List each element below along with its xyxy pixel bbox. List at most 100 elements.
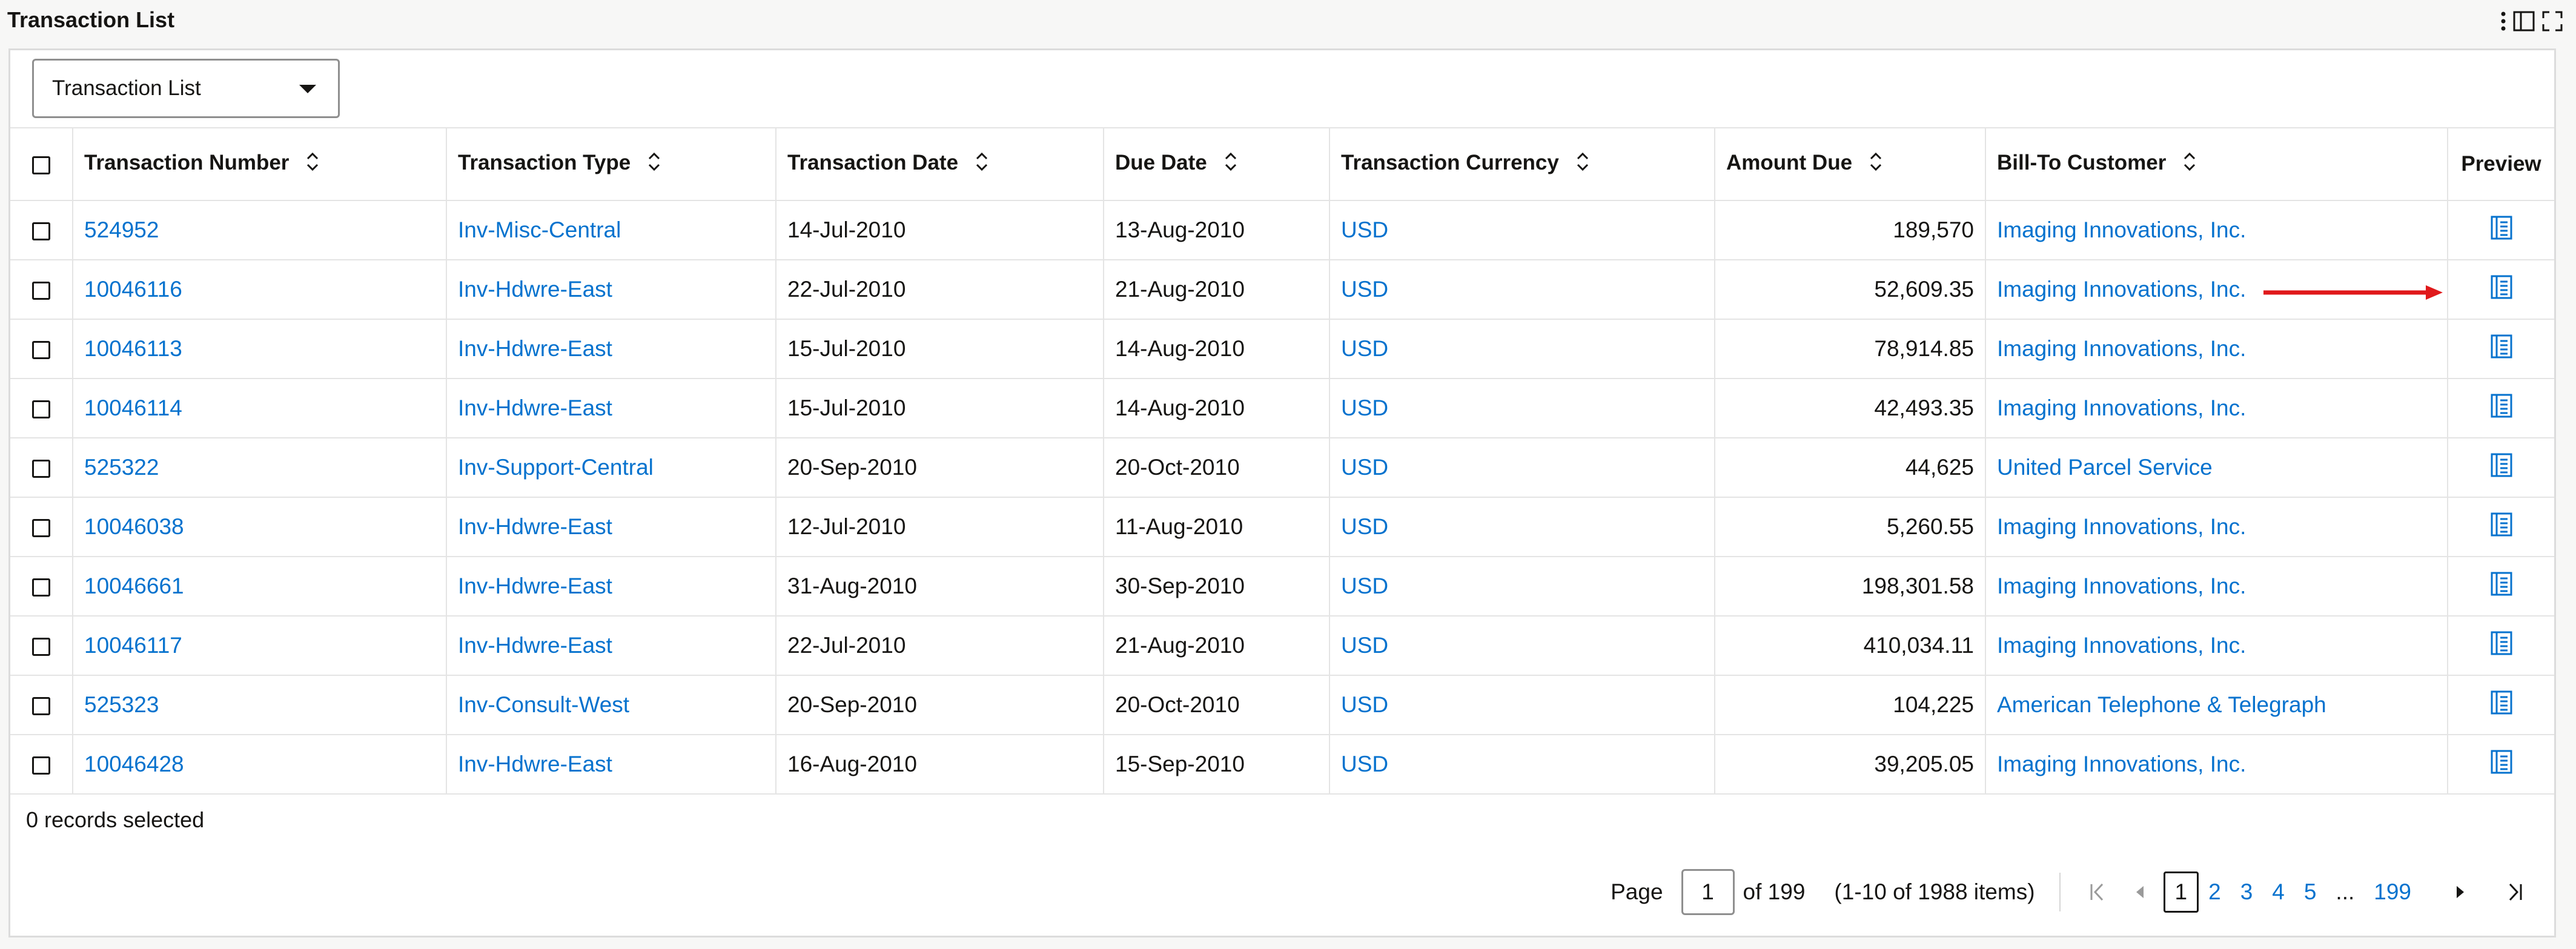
row-checkbox[interactable] [32, 519, 50, 538]
next-page-icon[interactable] [2439, 885, 2482, 899]
preview-document-icon[interactable] [2491, 334, 2512, 364]
select-all-checkbox[interactable] [32, 156, 50, 174]
customer-link[interactable]: United Parcel Service [1997, 455, 2213, 480]
transaction-number-link[interactable]: 10046661 [84, 574, 184, 598]
page-link-current[interactable]: 1 [2163, 871, 2199, 913]
first-page-icon[interactable] [2076, 882, 2119, 902]
currency-link[interactable]: USD [1341, 336, 1388, 361]
preview-document-icon[interactable] [2491, 690, 2512, 720]
transaction-type-link[interactable]: Inv-Hdwre-East [458, 514, 612, 539]
preview-document-icon[interactable] [2491, 631, 2512, 661]
view-selector-dropdown[interactable]: Transaction List [32, 59, 340, 118]
currency-link[interactable]: USD [1341, 692, 1388, 717]
column-header-bill-to-customer[interactable]: Bill-To Customer [1985, 127, 2448, 201]
page-link[interactable]: 3 [2231, 879, 2263, 905]
sort-updown-icon[interactable] [1576, 151, 1589, 177]
previous-page-icon[interactable] [2119, 885, 2161, 899]
cell-transaction-currency: USD [1329, 557, 1715, 617]
sort-updown-icon[interactable] [2183, 151, 2196, 177]
row-checkbox[interactable] [32, 282, 50, 300]
sort-updown-icon[interactable] [306, 151, 319, 177]
transaction-number-link[interactable]: 10046114 [84, 395, 182, 420]
row-checkbox[interactable] [32, 697, 50, 716]
sort-updown-icon[interactable] [647, 151, 661, 177]
preview-document-icon[interactable] [2491, 512, 2512, 542]
panel-toggle-icon[interactable] [2513, 11, 2535, 31]
page-link-last[interactable]: 199 [2364, 879, 2421, 905]
column-header-transaction-currency[interactable]: Transaction Currency [1329, 127, 1715, 201]
customer-link[interactable]: Imaging Innovations, Inc. [1997, 574, 2246, 598]
fullscreen-icon[interactable] [2542, 11, 2563, 31]
transaction-number-link[interactable]: 525322 [84, 455, 159, 480]
customer-link[interactable]: Imaging Innovations, Inc. [1997, 395, 2246, 420]
customer-link[interactable]: Imaging Innovations, Inc. [1997, 217, 2246, 242]
customer-link[interactable]: Imaging Innovations, Inc. [1997, 752, 2246, 776]
last-page-icon[interactable] [2494, 882, 2536, 902]
transaction-type-link[interactable]: Inv-Hdwre-East [458, 574, 612, 598]
table-row: 10046428 Inv-Hdwre-East 16-Aug-2010 15-Sep-… [10, 735, 2554, 795]
currency-link[interactable]: USD [1341, 395, 1388, 420]
currency-link[interactable]: USD [1341, 514, 1388, 539]
currency-link[interactable]: USD [1341, 217, 1388, 242]
column-header-transaction-date[interactable]: Transaction Date [776, 127, 1104, 201]
cell-amount-due: 5,260.55 [1715, 497, 1986, 557]
customer-link[interactable]: American Telephone & Telegraph [1997, 692, 2326, 717]
transaction-type-link[interactable]: Inv-Consult-West [458, 692, 629, 717]
row-select-cell [10, 260, 73, 320]
column-header-due-date[interactable]: Due Date [1104, 127, 1330, 201]
transaction-type-link[interactable]: Inv-Hdwre-East [458, 633, 612, 658]
currency-link[interactable]: USD [1341, 277, 1388, 302]
transaction-type-link[interactable]: Inv-Hdwre-East [458, 277, 612, 302]
preview-document-icon[interactable] [2491, 275, 2512, 305]
customer-link[interactable]: Imaging Innovations, Inc. [1997, 514, 2246, 539]
column-header-transaction-type[interactable]: Transaction Type [446, 127, 776, 201]
row-checkbox[interactable] [32, 756, 50, 775]
currency-link[interactable]: USD [1341, 574, 1388, 598]
more-vertical-icon[interactable] [2501, 11, 2506, 31]
sort-updown-icon[interactable] [1869, 151, 1882, 177]
transaction-type-link[interactable]: Inv-Hdwre-East [458, 336, 612, 361]
cell-due-date: 15-Sep-2010 [1104, 735, 1330, 795]
preview-document-icon[interactable] [2491, 750, 2512, 779]
page-number-input[interactable]: 1 [1681, 869, 1735, 915]
sort-updown-icon[interactable] [1224, 151, 1237, 177]
column-header-amount-due[interactable]: Amount Due [1715, 127, 1986, 201]
cell-bill-to-customer: Imaging Innovations, Inc. [1985, 319, 2448, 379]
column-header-transaction-number[interactable]: Transaction Number [73, 127, 447, 201]
preview-document-icon[interactable] [2491, 394, 2512, 423]
page-link[interactable]: 2 [2199, 879, 2231, 905]
row-select-cell [10, 319, 73, 379]
transaction-number-link[interactable]: 10046116 [84, 277, 182, 302]
preview-document-icon[interactable] [2491, 453, 2512, 483]
customer-link[interactable]: Imaging Innovations, Inc. [1997, 277, 2246, 302]
transaction-number-link[interactable]: 10046428 [84, 752, 184, 776]
preview-document-icon[interactable] [2491, 216, 2512, 245]
row-checkbox[interactable] [32, 341, 50, 360]
row-checkbox[interactable] [32, 400, 50, 419]
transaction-type-link[interactable]: Inv-Misc-Central [458, 217, 621, 242]
row-checkbox[interactable] [32, 638, 50, 656]
row-checkbox[interactable] [32, 460, 50, 478]
transaction-number-link[interactable]: 525323 [84, 692, 159, 717]
currency-link[interactable]: USD [1341, 752, 1388, 776]
currency-link[interactable]: USD [1341, 633, 1388, 658]
transaction-number-link[interactable]: 524952 [84, 217, 159, 242]
cell-due-date: 14-Aug-2010 [1104, 379, 1330, 438]
page-link[interactable]: 4 [2262, 879, 2294, 905]
row-checkbox[interactable] [32, 578, 50, 597]
cell-transaction-date: 22-Jul-2010 [776, 616, 1104, 676]
customer-link[interactable]: Imaging Innovations, Inc. [1997, 336, 2246, 361]
transaction-type-link[interactable]: Inv-Hdwre-East [458, 752, 612, 776]
transaction-type-link[interactable]: Inv-Support-Central [458, 455, 654, 480]
preview-document-icon[interactable] [2491, 572, 2512, 601]
transaction-number-link[interactable]: 10046113 [84, 336, 182, 361]
customer-link[interactable]: Imaging Innovations, Inc. [1997, 633, 2246, 658]
page-link[interactable]: 5 [2294, 879, 2326, 905]
row-checkbox[interactable] [32, 222, 50, 241]
cell-bill-to-customer: Imaging Innovations, Inc. [1985, 557, 2448, 617]
currency-link[interactable]: USD [1341, 455, 1388, 480]
sort-updown-icon[interactable] [975, 151, 988, 177]
transaction-type-link[interactable]: Inv-Hdwre-East [458, 395, 612, 420]
transaction-number-link[interactable]: 10046117 [84, 633, 182, 658]
transaction-number-link[interactable]: 10046038 [84, 514, 184, 539]
